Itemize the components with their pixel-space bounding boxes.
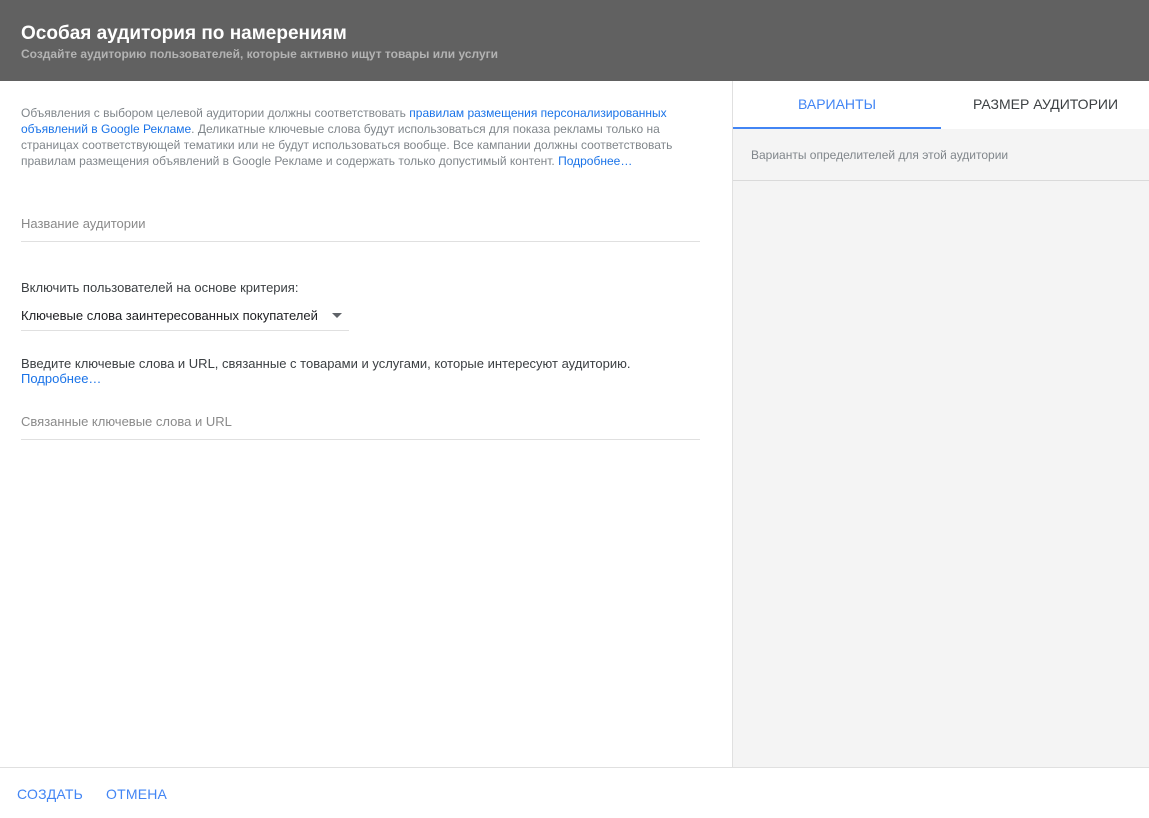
variants-description: Варианты определителей для этой аудитори… bbox=[733, 129, 1149, 181]
policy-notice: Объявления с выбором целевой аудитории д… bbox=[21, 105, 697, 169]
dialog-header: Особая аудитория по намерениям Создайте … bbox=[0, 0, 1149, 81]
audience-name-field bbox=[21, 208, 700, 242]
side-panel: ВАРИАНТЫ РАЗМЕР АУДИТОРИИ Варианты опред… bbox=[732, 81, 1149, 767]
tab-audience-size[interactable]: РАЗМЕР АУДИТОРИИ bbox=[941, 81, 1149, 129]
keywords-input[interactable] bbox=[21, 406, 700, 436]
form-panel: Объявления с выбором целевой аудитории д… bbox=[0, 81, 732, 767]
dialog-footer: СОЗДАТЬ ОТМЕНА bbox=[0, 767, 1149, 818]
side-panel-tabs: ВАРИАНТЫ РАЗМЕР АУДИТОРИИ bbox=[733, 81, 1149, 129]
tab-variants[interactable]: ВАРИАНТЫ bbox=[733, 81, 941, 129]
keywords-field bbox=[21, 406, 700, 440]
keywords-help-text: Введите ключевые слова и URL, связанные … bbox=[21, 356, 631, 371]
policy-text-before: Объявления с выбором целевой аудитории д… bbox=[21, 106, 410, 120]
cancel-button[interactable]: ОТМЕНА bbox=[106, 786, 167, 802]
audience-name-input[interactable] bbox=[21, 208, 700, 238]
criteria-dropdown[interactable]: Ключевые слова заинтересованных покупате… bbox=[21, 301, 349, 331]
dialog-title: Особая аудитория по намерениям bbox=[21, 23, 347, 44]
dropdown-arrow-icon bbox=[332, 313, 342, 318]
criteria-label: Включить пользователей на основе критери… bbox=[21, 280, 299, 295]
keywords-help: Введите ключевые слова и URL, связанные … bbox=[21, 356, 681, 386]
keywords-learn-more-link[interactable]: Подробнее… bbox=[21, 371, 101, 386]
create-button[interactable]: СОЗДАТЬ bbox=[17, 786, 83, 802]
dialog-subtitle: Создайте аудиторию пользователей, которы… bbox=[21, 47, 499, 61]
policy-learn-more-link[interactable]: Подробнее… bbox=[558, 154, 632, 168]
criteria-selected-value: Ключевые слова заинтересованных покупате… bbox=[21, 308, 318, 323]
